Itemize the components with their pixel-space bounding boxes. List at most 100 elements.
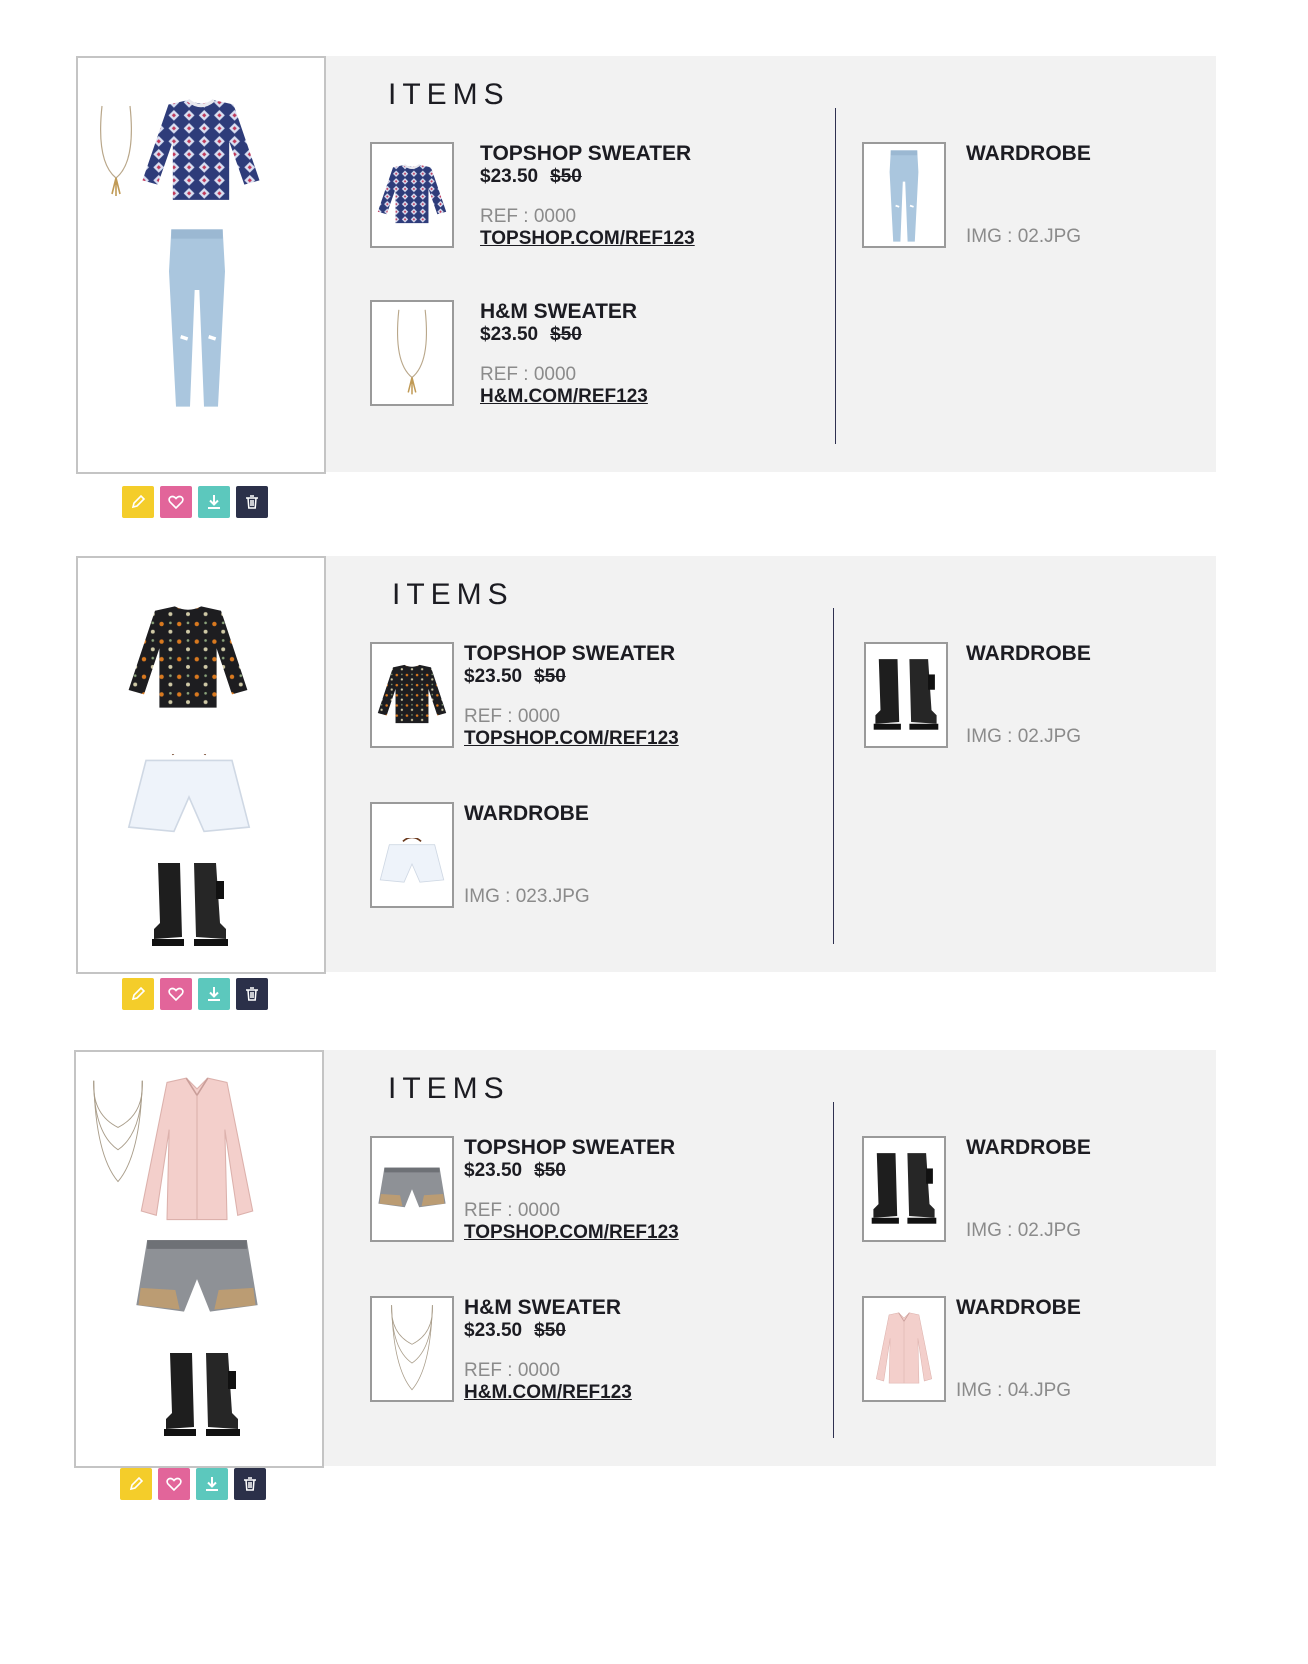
item-store-link[interactable]: TOPSHOP.COM/REF123: [464, 1222, 679, 1244]
items-heading: ITEMS: [388, 1072, 510, 1105]
item-store-link[interactable]: TOPSHOP.COM/REF123: [464, 728, 679, 750]
item-price: $23.50 $50: [464, 1160, 566, 1182]
item-thumbnail[interactable]: [370, 1136, 454, 1242]
wardrobe-item: WARDROBE IMG : 04.JPG: [862, 1296, 1162, 1406]
item-image-name: IMG : 02.JPG: [966, 1220, 1082, 1241]
item-row: H&M SWEATER $23.50 $50 REF : 0000 H&M.COM…: [370, 300, 730, 410]
download-button[interactable]: [196, 1468, 228, 1500]
outfit-actions: [120, 1468, 266, 1500]
download-icon: [206, 1477, 218, 1491]
original-price: $50: [534, 1320, 566, 1341]
outfit-card-3: ITEMS TOPSHOP SWEATER $23.50 $50 REF : 00…: [0, 1050, 1308, 1546]
outfit-card-1: ITEMS TOPSHOP SWEATER $23.50 $50 REF : 00…: [0, 56, 1308, 552]
heart-icon: [166, 1477, 182, 1492]
items-heading: ITEMS: [388, 78, 510, 111]
item-thumbnail[interactable]: [862, 1136, 946, 1242]
trash-icon: [246, 495, 258, 509]
item-store-link[interactable]: H&M.COM/REF123: [480, 386, 648, 408]
wardrobe-item: WARDROBE IMG : 02.JPG: [862, 1136, 1162, 1246]
wardrobe-item: WARDROBE IMG : 02.JPG: [862, 142, 1162, 252]
item-image-name: IMG : 02.JPG: [966, 226, 1082, 247]
wardrobe-item: WARDROBE IMG : 02.JPG: [864, 642, 1164, 752]
download-icon: [208, 987, 220, 1001]
heart-icon: [168, 987, 184, 1002]
original-price: $50: [550, 166, 582, 187]
trash-icon: [244, 1477, 256, 1491]
item-title: TOPSHOP SWEATER: [480, 142, 692, 165]
item-title: WARDROBE: [464, 802, 589, 825]
download-icon: [208, 495, 220, 509]
item-title: H&M SWEATER: [464, 1296, 622, 1319]
item-title: WARDROBE: [966, 642, 1091, 665]
outfit-photo[interactable]: [76, 556, 326, 974]
item-title: WARDROBE: [966, 1136, 1091, 1159]
item-thumbnail[interactable]: [370, 642, 454, 748]
item-price: $23.50 $50: [480, 324, 582, 346]
sale-price: $23.50: [464, 1320, 523, 1341]
outfit-actions: [122, 978, 268, 1010]
wardrobe-item: WARDROBE IMG : 023.JPG: [370, 802, 730, 912]
item-thumbnail[interactable]: [864, 642, 948, 748]
delete-button[interactable]: [236, 486, 268, 518]
item-thumbnail[interactable]: [370, 300, 454, 406]
item-ref: REF : 0000: [464, 1200, 561, 1221]
favorite-button[interactable]: [160, 486, 192, 518]
pencil-icon: [131, 494, 146, 509]
sale-price: $23.50: [464, 666, 523, 687]
item-price: $23.50 $50: [464, 666, 566, 688]
item-ref: REF : 0000: [464, 706, 561, 727]
item-thumbnail[interactable]: [862, 142, 946, 248]
item-thumbnail[interactable]: [370, 1296, 454, 1402]
item-row: TOPSHOP SWEATER $23.50 $50 REF : 0000 TOP…: [370, 142, 730, 252]
item-row: H&M SWEATER $23.50 $50 REF : 0000 H&M.COM…: [370, 1296, 730, 1406]
outfit-photo[interactable]: [74, 1050, 324, 1468]
sale-price: $23.50: [480, 166, 539, 187]
sale-price: $23.50: [480, 324, 539, 345]
item-ref: REF : 0000: [480, 206, 577, 227]
column-divider: [833, 1102, 834, 1438]
item-price: $23.50 $50: [464, 1320, 566, 1342]
pencil-icon: [131, 986, 146, 1001]
item-thumbnail[interactable]: [370, 142, 454, 248]
item-store-link[interactable]: TOPSHOP.COM/REF123: [480, 228, 695, 250]
item-thumbnail[interactable]: [862, 1296, 946, 1402]
outfit-details-panel: ITEMS TOPSHOP SWEATER $23.50 $50 REF : 00…: [74, 1050, 1216, 1468]
delete-button[interactable]: [236, 978, 268, 1010]
favorite-button[interactable]: [158, 1468, 190, 1500]
outfit-photo[interactable]: [76, 56, 326, 474]
edit-button[interactable]: [120, 1468, 152, 1500]
original-price: $50: [534, 1160, 566, 1181]
sale-price: $23.50: [464, 1160, 523, 1181]
item-row: TOPSHOP SWEATER $23.50 $50 REF : 0000 TOP…: [370, 642, 730, 752]
column-divider: [833, 608, 834, 944]
edit-button[interactable]: [122, 486, 154, 518]
trash-icon: [246, 987, 258, 1001]
download-button[interactable]: [198, 978, 230, 1010]
edit-button[interactable]: [122, 978, 154, 1010]
outfit-details-panel: ITEMS TOPSHOP SWEATER $23.50 $50 REF : 00…: [76, 56, 1216, 474]
delete-button[interactable]: [234, 1468, 266, 1500]
outfit-details-panel: ITEMS TOPSHOP SWEATER $23.50 $50 REF : 00…: [76, 556, 1216, 974]
original-price: $50: [550, 324, 582, 345]
items-heading: ITEMS: [392, 578, 514, 611]
heart-icon: [168, 495, 184, 510]
pencil-icon: [129, 1476, 144, 1491]
outfit-actions: [122, 486, 268, 518]
favorite-button[interactable]: [160, 978, 192, 1010]
item-title: WARDROBE: [956, 1296, 1081, 1319]
item-image-name: IMG : 023.JPG: [464, 886, 590, 907]
download-button[interactable]: [198, 486, 230, 518]
item-title: TOPSHOP SWEATER: [464, 642, 676, 665]
item-row: TOPSHOP SWEATER $23.50 $50 REF : 0000 TOP…: [370, 1136, 730, 1246]
item-title: TOPSHOP SWEATER: [464, 1136, 676, 1159]
outfit-card-2: ITEMS TOPSHOP SWEATER $23.50 $50 REF : 00…: [0, 556, 1308, 1052]
item-image-name: IMG : 04.JPG: [956, 1380, 1072, 1401]
item-store-link[interactable]: H&M.COM/REF123: [464, 1382, 632, 1404]
item-image-name: IMG : 02.JPG: [966, 726, 1082, 747]
item-thumbnail[interactable]: [370, 802, 454, 908]
item-title: H&M SWEATER: [480, 300, 638, 323]
item-price: $23.50 $50: [480, 166, 582, 188]
item-ref: REF : 0000: [464, 1360, 561, 1381]
column-divider: [835, 108, 836, 444]
item-ref: REF : 0000: [480, 364, 577, 385]
